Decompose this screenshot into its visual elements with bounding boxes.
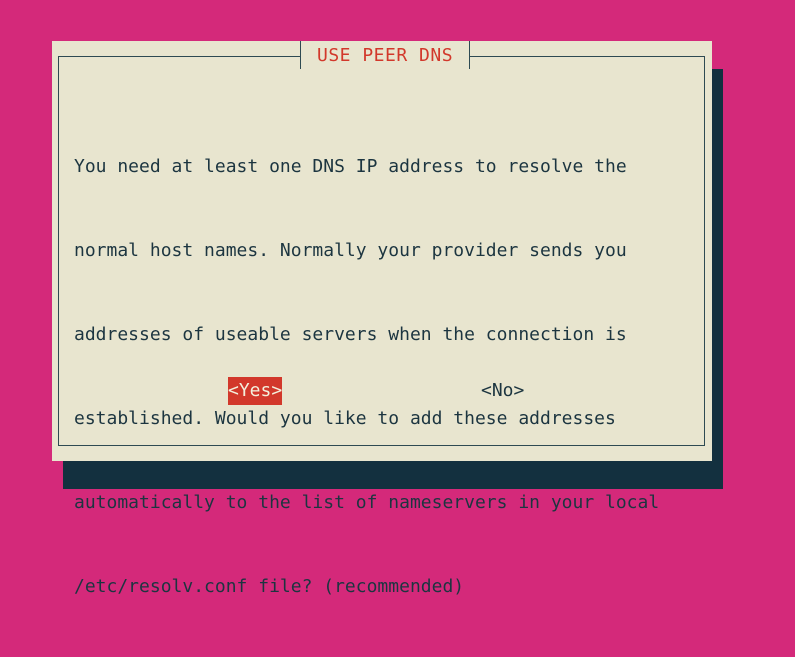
dialog-title: USE PEER DNS — [317, 44, 454, 66]
peer-dns-dialog: USE PEER DNS You need at least one DNS I… — [52, 41, 712, 597]
yes-button[interactable]: <Yes> — [228, 377, 283, 405]
message-line: /etc/resolv.conf file? (recommended) — [74, 576, 465, 597]
message-line: addresses of useable servers when the co… — [74, 324, 627, 345]
message-line: automatically to the list of nameservers… — [74, 492, 660, 513]
message-line: You need at least one DNS IP address to … — [74, 156, 627, 177]
no-button[interactable]: <No> — [481, 377, 524, 405]
dialog-title-box: USE PEER DNS — [300, 41, 471, 69]
message-line: established. Would you like to add these… — [74, 408, 616, 429]
dialog-message: You need at least one DNS IP address to … — [74, 97, 694, 657]
message-line: normal host names. Normally your provide… — [74, 240, 627, 261]
